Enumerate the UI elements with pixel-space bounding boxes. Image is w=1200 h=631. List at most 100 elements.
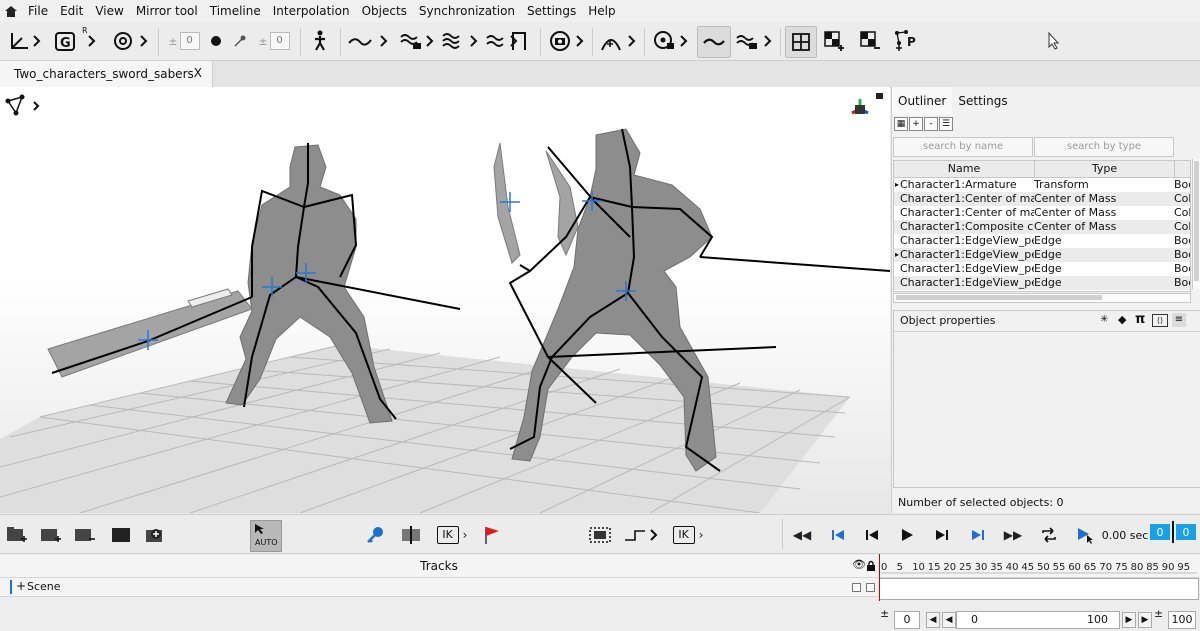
next-frame-button[interactable]: [930, 521, 954, 549]
menu-lines-icon[interactable]: ≡: [1172, 313, 1186, 327]
close-tab-button[interactable]: X: [194, 66, 202, 80]
expand-row-icon[interactable]: ▸: [895, 248, 899, 262]
node-p-button[interactable]: P: [892, 26, 920, 56]
range-left-button-2[interactable]: ◀: [942, 612, 956, 628]
table-row[interactable]: Character1:Center of ma... Center of Mass…: [894, 192, 1190, 206]
table-row[interactable]: Character1:EdgeView_pel...Edge Bod: [894, 276, 1190, 290]
table-row[interactable]: Character1:Center of ma... Center of Mass…: [894, 206, 1190, 220]
skeleton-icon[interactable]: ✳: [1100, 314, 1108, 325]
lock-curve-button[interactable]: [398, 26, 436, 56]
select-tool-button[interactable]: [6, 26, 46, 56]
outliner-vertical-scrollbar[interactable]: [1192, 159, 1200, 289]
bracket-button[interactable]: [508, 26, 532, 56]
menu-file[interactable]: File: [22, 0, 54, 22]
numeric-field-a[interactable]: ± 0: [166, 26, 202, 56]
visibility-icon[interactable]: 👁: [852, 558, 866, 571]
target-lock-button[interactable]: [650, 26, 692, 56]
camera-button[interactable]: [546, 26, 588, 56]
add-arc-button[interactable]: [598, 26, 640, 56]
range-slider[interactable]: 0 100: [956, 611, 1120, 629]
scene-track-area[interactable]: [879, 578, 1199, 600]
start-frame-field[interactable]: 0: [894, 611, 920, 629]
table-row[interactable]: Character1:EdgeView_pel...Edge Bod: [894, 262, 1190, 276]
block-button[interactable]: [108, 521, 134, 549]
last-key-button[interactable]: [966, 521, 990, 549]
table-row[interactable]: ▸Character1:Armature Transform Bod: [894, 178, 1190, 192]
grid-button[interactable]: [785, 26, 817, 58]
range-left-button[interactable]: ◀: [926, 612, 940, 628]
range-plus-minus-icon[interactable]: ±: [880, 607, 889, 620]
search-by-name-input[interactable]: search by name: [893, 137, 1033, 157]
menu-view[interactable]: View: [89, 0, 129, 22]
scene-lock-checkbox[interactable]: [866, 583, 875, 592]
outliner-horizontal-scrollbar[interactable]: [893, 293, 1191, 303]
menu-interpolation[interactable]: Interpolation: [267, 0, 356, 22]
first-key-button[interactable]: [826, 521, 850, 549]
menu-mirror-tool[interactable]: Mirror tool: [130, 0, 204, 22]
code-icon[interactable]: ⟨⟩: [1152, 314, 1168, 327]
play-button[interactable]: [894, 521, 920, 549]
dot-button[interactable]: [206, 26, 226, 56]
add-track-button[interactable]: [38, 521, 64, 549]
remove-track-button[interactable]: [72, 521, 98, 549]
grab-tool-button[interactable]: G R: [52, 26, 102, 56]
column-name[interactable]: Name: [894, 161, 1035, 177]
range-plus-minus-icon-2[interactable]: ±: [1154, 607, 1163, 620]
3d-viewport[interactable]: [0, 87, 890, 513]
end-frame-field[interactable]: 100: [1168, 611, 1196, 629]
drop-icon[interactable]: ◆: [1118, 313, 1126, 326]
frame-field-a[interactable]: 0: [1150, 524, 1170, 540]
play-from-cursor-button[interactable]: [1072, 521, 1098, 549]
table-row[interactable]: ▸Character1:EdgeView_pel...Edge Bod: [894, 248, 1190, 262]
expand-scene-icon[interactable]: +: [16, 579, 26, 593]
ik-button[interactable]: IK ›: [432, 521, 472, 549]
lock-icon[interactable]: [866, 560, 876, 572]
prev-frame-button[interactable]: [860, 521, 884, 549]
expand-row-icon[interactable]: ▸: [895, 178, 899, 192]
remove-layer-button[interactable]: [856, 26, 884, 56]
loop-button[interactable]: [1036, 521, 1062, 549]
document-tab[interactable]: Two_characters_sword_sabers X: [0, 61, 213, 87]
add-layer-button[interactable]: [820, 26, 848, 56]
curve-button[interactable]: [346, 26, 394, 56]
list-icon[interactable]: ☰: [939, 117, 953, 131]
search-by-type-input[interactable]: search by type: [1034, 137, 1174, 157]
time-cursor[interactable]: [879, 554, 880, 601]
split-button[interactable]: [398, 521, 424, 549]
tab-settings[interactable]: Settings: [952, 87, 1013, 115]
flag-button[interactable]: [480, 521, 504, 549]
menu-objects[interactable]: Objects: [356, 0, 413, 22]
range-right-button-2[interactable]: ▶: [1138, 612, 1152, 628]
scene-track-row[interactable]: + Scene: [0, 578, 878, 597]
menu-synchronization[interactable]: Synchronization: [413, 0, 521, 22]
timeline-ruler[interactable]: 0 5 10 15 20 25 30 35 40 45 50 55 60 65 70 75 80 85 90 95: [879, 555, 1200, 578]
step-button[interactable]: [622, 521, 662, 549]
waves-button[interactable]: [440, 26, 482, 56]
remove-icon[interactable]: -: [924, 117, 938, 131]
frame-select-button[interactable]: [586, 521, 614, 549]
figure-button[interactable]: [306, 26, 334, 56]
menu-edit[interactable]: Edit: [54, 0, 89, 22]
frame-field-b[interactable]: 0: [1176, 524, 1196, 540]
key-button[interactable]: [362, 521, 388, 549]
ik-button-2[interactable]: IK ›: [668, 521, 708, 549]
add-keyframe-button[interactable]: [142, 521, 168, 549]
add-icon[interactable]: +: [909, 117, 923, 131]
table-row[interactable]: Character1:Composite ce...Center of Mass…: [894, 220, 1190, 234]
new-track-button[interactable]: [4, 521, 30, 549]
auto-key-button[interactable]: AUTO: [250, 520, 282, 552]
tab-outliner[interactable]: Outliner: [892, 87, 953, 115]
lock-waves-button[interactable]: [734, 26, 776, 56]
scene-visibility-checkbox[interactable]: [852, 583, 861, 592]
pi-icon[interactable]: π: [1135, 312, 1145, 327]
rewind-button[interactable]: ◀◀: [790, 521, 814, 549]
pin-button[interactable]: [230, 26, 250, 56]
column-type[interactable]: Type: [1035, 161, 1175, 177]
menu-timeline[interactable]: Timeline: [204, 0, 267, 22]
menu-help[interactable]: Help: [582, 0, 621, 22]
smooth-curve-button[interactable]: [697, 26, 731, 58]
menu-settings[interactable]: Settings: [521, 0, 582, 22]
fast-forward-button[interactable]: ▶▶: [1000, 521, 1026, 549]
numeric-field-b[interactable]: ± 0: [254, 26, 294, 56]
home-icon[interactable]: [0, 0, 22, 22]
